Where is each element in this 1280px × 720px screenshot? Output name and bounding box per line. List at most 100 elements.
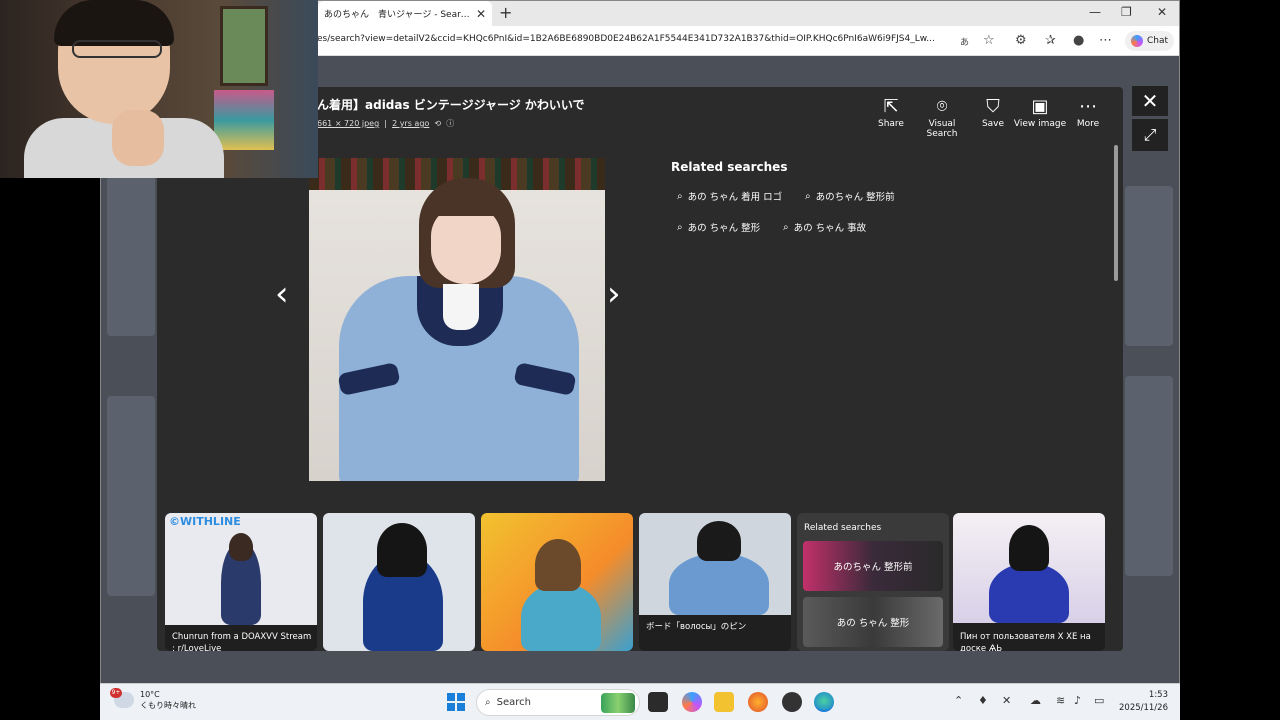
tab-title: あのちゃん 青いジャージ - Search Im	[324, 10, 472, 20]
card-image	[953, 513, 1105, 623]
person-face	[431, 206, 501, 284]
app-icon[interactable]	[782, 692, 802, 712]
card-image: ©WITHLINE	[165, 513, 317, 625]
weather-widget[interactable]: 9+ 10°C くもり時々晴れ	[110, 688, 196, 711]
wifi-icon[interactable]: ≋	[1056, 694, 1065, 707]
card-image	[639, 513, 791, 615]
card-image	[323, 513, 475, 651]
webcam-overlay	[0, 0, 318, 178]
tab-close-icon[interactable]: ✕	[476, 7, 486, 21]
screen: あのちゃん 青いジャージ - Search Im ✕ + — ❐ ✕ es/se…	[0, 0, 1280, 720]
new-tab-button[interactable]: +	[499, 3, 512, 22]
chip-label: あの ちゃん 事故	[793, 223, 867, 234]
expand-viewer-button[interactable]: ⤢	[1132, 119, 1168, 151]
search-highlight-art	[601, 693, 635, 713]
url-field[interactable]: es/search?view=detailV2&ccid=KHQc6PnI&id…	[317, 34, 957, 44]
image-meta: 661 × 720 jpeg | 2 yrs ago ⟲ ⓘ	[317, 118, 454, 129]
more-button[interactable]: ⋯ More	[1058, 97, 1118, 130]
related-chip[interactable]: ⌕ あのちゃん 整形前	[799, 185, 901, 207]
battery-icon[interactable]: ▭	[1094, 694, 1104, 707]
search-icon: ⌕	[805, 190, 811, 202]
background-shelf	[214, 90, 274, 150]
similar-image-card[interactable]: Пин от пользователя X XE на доске ѦЬ	[953, 513, 1105, 651]
menu-dots-icon[interactable]: ⋯	[1099, 33, 1112, 48]
clock[interactable]: 1:53 2025/11/26	[1116, 689, 1168, 715]
notification-badge: 9+	[110, 688, 122, 698]
start-button[interactable]	[447, 693, 465, 711]
copilot-icon[interactable]	[682, 692, 702, 712]
weather-temp: 10°C	[140, 690, 160, 699]
similar-image-card[interactable]: ©WITHLINE Chunrun from a DOAXVV Stream :…	[165, 513, 317, 651]
similar-image-card[interactable]: ボード「волосы」のピン	[639, 513, 791, 651]
search-icon: ⌕	[485, 697, 491, 708]
bluetooth-icon[interactable]: ✕	[1002, 694, 1011, 707]
person-bangs	[425, 182, 509, 216]
info-icon[interactable]: ⓘ	[446, 119, 454, 128]
person-shirt	[443, 284, 479, 330]
image-size-link[interactable]: 661 × 720 jpeg	[317, 119, 379, 128]
weather-desc: くもり時々晴れ	[140, 701, 196, 710]
wall-poster	[220, 6, 268, 86]
taskbar-search[interactable]: ⌕ Search	[476, 689, 640, 716]
volume-icon[interactable]: ♪	[1074, 694, 1081, 707]
chat-label: Chat	[1147, 36, 1169, 46]
cloud-icon: 9+	[110, 688, 134, 708]
more-label: More	[1076, 119, 1100, 129]
maximize-button[interactable]: ❐	[1121, 5, 1132, 19]
close-viewer-button[interactable]: ✕	[1132, 86, 1168, 116]
image-age-link[interactable]: 2 yrs ago	[392, 119, 429, 128]
taskbar: 9+ 10°C くもり時々晴れ ⌕ Search ⌃ ♦ ✕ ☁ ≋ ♪ ▭ 1…	[100, 683, 1180, 720]
onedrive-icon[interactable]: ☁	[1030, 694, 1041, 707]
copilot-logo-icon	[1131, 35, 1143, 47]
related-searches-title: Related searches	[671, 160, 788, 174]
main-image[interactable]	[309, 158, 605, 481]
similar-image-card[interactable]	[323, 513, 475, 651]
scrollbar[interactable]	[1114, 145, 1118, 281]
prev-image-icon[interactable]: ‹	[275, 277, 289, 311]
tray-expand-icon[interactable]: ⌃	[954, 694, 963, 707]
next-image-icon[interactable]: ›	[607, 277, 621, 311]
file-explorer-icon[interactable]	[714, 692, 734, 712]
card-caption: Пин от пользователя X XE на доске ѦЬ	[960, 632, 1091, 651]
card-image	[481, 513, 633, 651]
favorites-icon[interactable]: ✰	[1045, 33, 1056, 48]
firefox-icon[interactable]	[748, 692, 768, 712]
clock-date: 2025/11/26	[1119, 703, 1168, 713]
ime-indicator: あ	[960, 38, 970, 48]
close-icon: ✕	[1141, 89, 1159, 113]
meta-separator: |	[384, 119, 387, 128]
related-chip[interactable]: ⌕ あの ちゃん 着用 ロゴ	[671, 185, 788, 207]
related-tile[interactable]: あのちゃん 整形前	[803, 541, 943, 591]
webcam-person-glasses	[72, 40, 162, 58]
visual-search-label: Visual Search	[926, 119, 958, 139]
related-tile[interactable]: あの ちゃん 整形	[803, 597, 943, 647]
related-chip[interactable]: ⌕ あの ちゃん 事故	[777, 216, 872, 238]
tab-bing-search[interactable]: あのちゃん 青いジャージ - Search Im ✕	[318, 1, 492, 26]
microphone-icon[interactable]: ♦	[978, 694, 988, 707]
favorite-star-icon[interactable]: ☆	[983, 33, 995, 48]
search-icon: ⌕	[677, 221, 683, 233]
similar-image-card[interactable]	[481, 513, 633, 651]
similar-images-strip: ©WITHLINE Chunrun from a DOAXVV Stream :…	[165, 513, 1115, 651]
minimize-button[interactable]: —	[1089, 5, 1101, 19]
task-view-icon[interactable]	[648, 692, 668, 712]
search-label: Search	[496, 697, 531, 708]
related-chip[interactable]: ⌕ あの ちゃん 整形	[671, 216, 766, 238]
watermark-badge: ©WITHLINE	[169, 515, 241, 528]
edge-icon[interactable]	[814, 692, 834, 712]
close-window-button[interactable]: ✕	[1157, 5, 1167, 19]
search-icon: ⌕	[677, 190, 683, 202]
clock-time: 1:53	[1148, 690, 1168, 700]
webcam-person-hand	[112, 110, 164, 166]
related-card-title: Related searches	[804, 523, 882, 533]
related-searches-card: Related searches あのちゃん 整形前 あの ちゃん 整形	[797, 513, 949, 651]
card-caption: ボード「волосы」のピン	[646, 622, 747, 632]
chip-label: あのちゃん 整形前	[815, 192, 895, 203]
copilot-chat-button[interactable]: Chat	[1125, 31, 1175, 51]
save-label: Save	[981, 119, 1005, 129]
profile-avatar-icon[interactable]: ●	[1073, 33, 1084, 48]
related-searches-panel: Related searches	[671, 160, 787, 174]
extensions-icon[interactable]: ⚙	[1015, 33, 1027, 48]
search-icon: ⌕	[783, 221, 789, 233]
image-title[interactable]: ん着用】adidas ビンテージジャージ かわいいで	[317, 96, 585, 113]
